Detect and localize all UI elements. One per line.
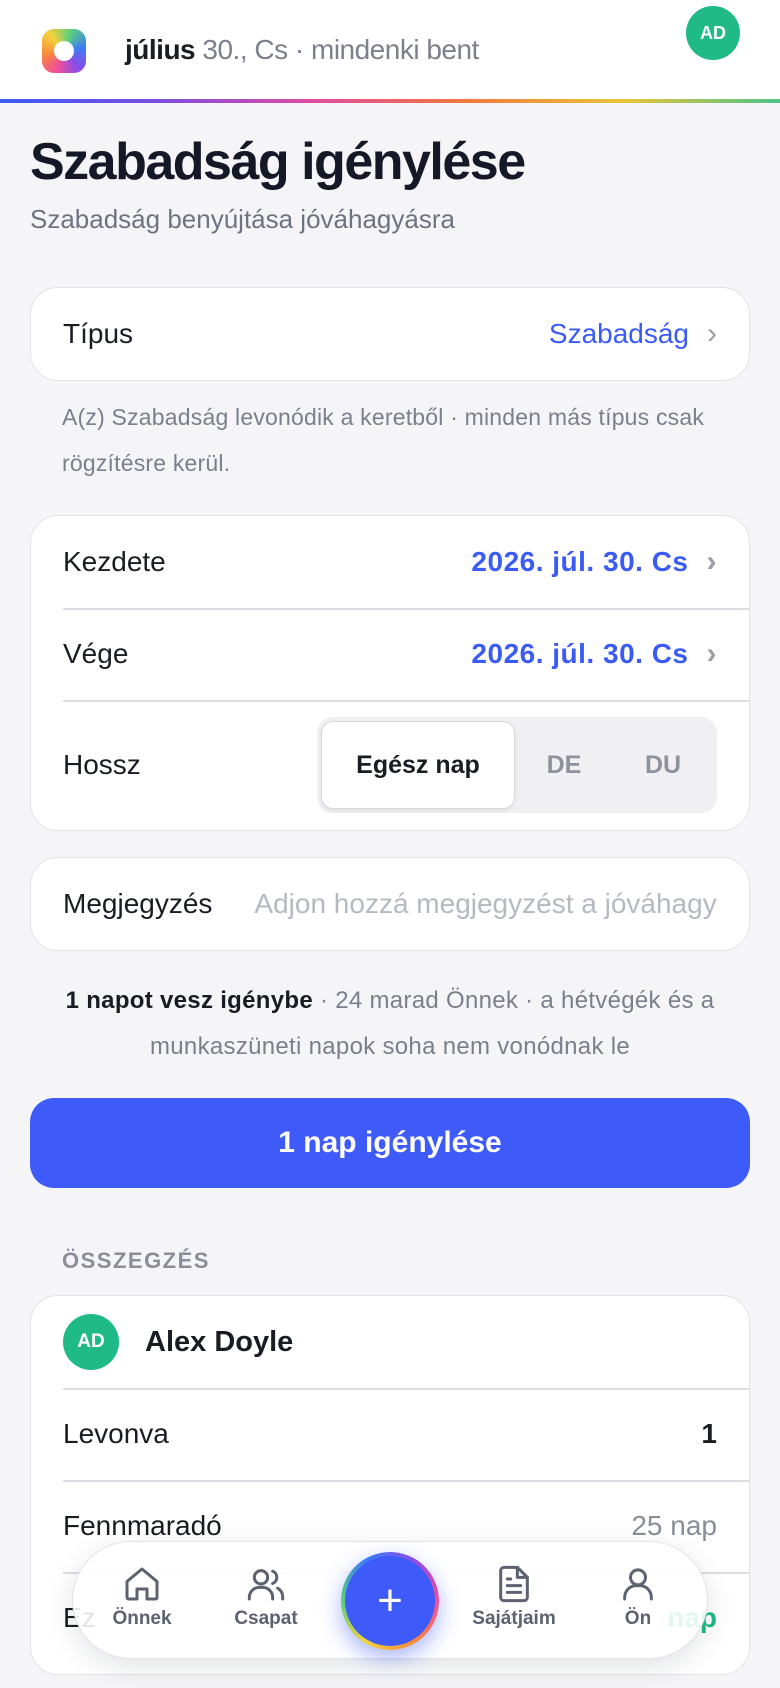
nav-item-mine[interactable]: Sajátjaim (459, 1564, 569, 1630)
bottom-navigation: Önnek Csapat + Sajátjaim Ön (72, 1541, 708, 1659)
team-icon (247, 1569, 285, 1601)
length-option-afternoon[interactable]: DU (613, 721, 713, 809)
nav-label-mine: Sajátjaim (472, 1608, 556, 1629)
note-input[interactable] (254, 888, 717, 920)
summary-remaining-label: Fennmaradó (63, 1510, 222, 1541)
length-option-full-day[interactable]: Egész nap (321, 721, 515, 809)
leave-type-value-text: Szabadság (548, 318, 689, 349)
deduction-info-strong: 1 napot vesz igénybe (65, 987, 313, 1014)
summary-deducted-label: Levonva (63, 1418, 169, 1449)
page-title: Szabadság igénylése (30, 133, 526, 191)
end-date-value: 2026. júl. 30. Cs › (471, 638, 717, 670)
plus-icon: + (345, 1556, 435, 1646)
add-request-button[interactable]: + (341, 1552, 439, 1650)
nav-item-you[interactable]: Ön (583, 1564, 693, 1630)
start-date-row[interactable]: Kezdete 2026. júl. 30. Cs › (31, 516, 749, 608)
leave-type-label: Típus (63, 318, 134, 349)
top-bar: július 30., Cs · mindenki bent AD (0, 0, 780, 103)
length-row: Hossz Egész nap DE DU (31, 700, 749, 830)
header-gradient-divider (0, 99, 780, 103)
app-logo-icon[interactable] (42, 29, 86, 73)
start-date-label: Kezdete (63, 546, 166, 577)
summary-section-label: ÖSSZEGZÉS (62, 1248, 210, 1273)
note-card: Megjegyzés (30, 857, 750, 951)
chevron-right-icon: › (707, 317, 717, 350)
start-date-value-text: 2026. júl. 30. Cs (471, 546, 689, 577)
length-option-morning[interactable]: DE (515, 721, 613, 809)
leave-type-hint: A(z) Szabadság levonódik a keretből · mi… (62, 404, 705, 476)
leave-type-card: Típus Szabadság › (30, 287, 750, 381)
home-icon (125, 1567, 159, 1601)
nav-item-home[interactable]: Önnek (87, 1564, 197, 1630)
submit-request-button[interactable]: 1 nap igénylése (30, 1098, 750, 1188)
nav-label-team: Csapat (234, 1608, 298, 1629)
header-status: 30., Cs · mindenki bent (202, 34, 479, 65)
note-label: Megjegyzés (63, 888, 213, 919)
header-date: július 30., Cs · mindenki bent (125, 34, 479, 66)
start-date-value: 2026. júl. 30. Cs › (471, 546, 717, 578)
person-icon (623, 1568, 653, 1601)
summary-avatar: AD (63, 1314, 119, 1370)
leave-type-value: Szabadság › (549, 318, 717, 350)
length-label: Hossz (63, 749, 141, 780)
summary-deducted-value: 1 (701, 1418, 717, 1449)
end-date-value-text: 2026. júl. 30. Cs (471, 638, 689, 669)
document-icon (499, 1565, 529, 1603)
page-subtitle: Szabadság benyújtása jóváhagyásra (30, 204, 455, 234)
leave-type-row[interactable]: Típus Szabadság › (31, 288, 749, 380)
summary-user-row: AD Alex Doyle (31, 1296, 749, 1388)
user-avatar[interactable]: AD (686, 6, 740, 60)
end-date-row[interactable]: Vége 2026. júl. 30. Cs › (31, 608, 749, 700)
nav-label-you: Ön (624, 1608, 652, 1629)
summary-remaining-value: 25 nap (631, 1510, 717, 1541)
summary-deducted-row: Levonva 1 (31, 1388, 749, 1480)
end-date-label: Vége (63, 638, 129, 669)
deduction-info: 1 napot vesz igénybe · 24 marad Önnek · … (30, 978, 750, 1070)
summary-user-name: Alex Doyle (145, 1325, 294, 1358)
nav-label-home: Önnek (112, 1608, 172, 1629)
dates-card: Kezdete 2026. júl. 30. Cs › Vége 2026. j… (30, 515, 750, 831)
chevron-right-icon: › (706, 637, 717, 670)
nav-item-team[interactable]: Csapat (211, 1564, 321, 1630)
note-row: Megjegyzés (31, 858, 749, 950)
header-month: július (125, 34, 196, 65)
length-segmented-control: Egész nap DE DU (317, 717, 717, 813)
chevron-right-icon: › (706, 545, 717, 578)
